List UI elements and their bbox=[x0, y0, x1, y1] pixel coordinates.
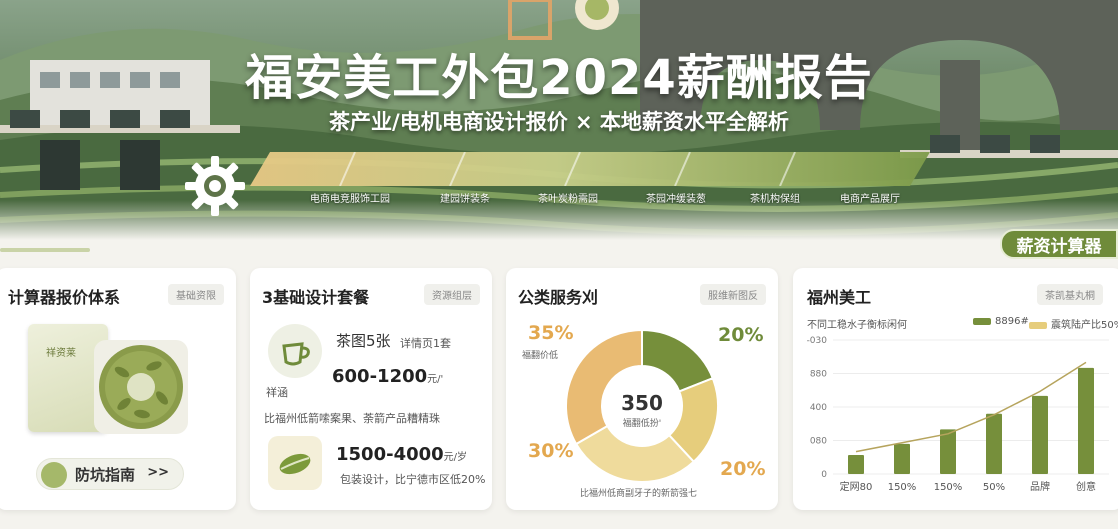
timeline-bar bbox=[250, 152, 930, 186]
page-title: 福安美工外包2024薪酬报告 bbox=[245, 50, 873, 106]
x-tick-label: 定网80 bbox=[840, 480, 873, 493]
y-tick-label: 0 bbox=[821, 470, 827, 480]
anti-scam-guide-button[interactable]: 防坑指南 >> bbox=[36, 458, 184, 490]
timeline-label: 茶机构保组 bbox=[750, 194, 800, 205]
timeline-label: 建园饼装条 bbox=[440, 194, 490, 205]
package-item-caption: 祥涵 bbox=[266, 386, 288, 399]
x-tick-label: 150% bbox=[888, 482, 917, 493]
y-tick-label: 080 bbox=[810, 437, 827, 447]
package-item-subtitle: 详情页1套 bbox=[400, 337, 451, 350]
card-title: 3基础设计套餐 bbox=[262, 288, 370, 307]
salary-bar-chart: 0 080 400 880 -030 定网80 150% 150% 50% 品牌 创意 bbox=[807, 336, 1109, 493]
bar bbox=[848, 455, 864, 474]
pie-label: 20% bbox=[720, 458, 766, 480]
fuzhou-designer-card: 福州美工 茶凯基丸桐 不同工稳水子衡标闲何 8896# 震筑陆产比50% 0 08… bbox=[793, 268, 1118, 510]
legend-item: 8896# bbox=[973, 316, 1029, 327]
timeline-labels: 电商电竞服饰工园 建园饼装条 茶叶炭粉需园 茶园冲缓装葱 茶机构保组 电商产品展… bbox=[250, 190, 930, 206]
bar bbox=[1032, 395, 1048, 474]
guide-button-label: 防坑指南 bbox=[75, 465, 136, 484]
hero-banner: 福安美工外包2024薪酬报告 茶产业/电机电商设计报价 × 本地薪资水平全解析 bbox=[0, 0, 1118, 240]
salary-calculator-button[interactable]: 薪资计算器 bbox=[1000, 229, 1118, 259]
tea-leaves-image bbox=[94, 340, 188, 434]
card-tag[interactable]: 茶凯基丸桐 bbox=[1037, 284, 1103, 305]
basic-design-package-card: 3基础设计套餐 资源组层 茶图5张 详情页1套 祥涵 600-1200元/' 比… bbox=[250, 268, 492, 510]
package-item-title: 茶图5张 bbox=[336, 332, 391, 350]
bar bbox=[894, 443, 910, 474]
chart-footer: 比福州低商副牙子的新箭强七 bbox=[580, 489, 698, 499]
x-tick-label: 50% bbox=[983, 482, 1005, 493]
pricing-system-card: 计算器报价体系 基础资限 祥资莱 防坑指南 >> bbox=[0, 268, 236, 510]
bar bbox=[1078, 367, 1094, 474]
tea-cup-icon bbox=[268, 324, 322, 378]
x-tick-label: 创意 bbox=[1076, 480, 1096, 493]
chevron-right-icon: >> bbox=[147, 465, 169, 480]
service-category-card: 公类服务刈 服维新图反 350 福翻低扮' 35% 福翻价低 20% 30% 20… bbox=[506, 268, 778, 510]
y-tick-label: 880 bbox=[810, 370, 827, 380]
timeline-label: 茶园冲缓装葱 bbox=[646, 194, 706, 205]
pie-label: 30% bbox=[528, 440, 574, 462]
legend-swatch bbox=[973, 317, 991, 325]
bar bbox=[940, 429, 956, 474]
pie-label: 35% bbox=[528, 322, 574, 344]
y-tick-label: -030 bbox=[807, 336, 828, 346]
x-tick-label: 品牌 bbox=[1030, 480, 1050, 493]
pie-center-value: 350 bbox=[621, 391, 663, 415]
card-tag[interactable]: 服维新图反 bbox=[700, 284, 766, 305]
y-tick-label: 400 bbox=[810, 403, 827, 413]
card-title: 公类服务刈 bbox=[518, 288, 599, 307]
progress-accent bbox=[0, 248, 90, 252]
page-subtitle: 茶产业/电机电商设计报价 × 本地薪资水平全解析 bbox=[329, 110, 789, 134]
chart-subtitle: 不同工稳水子衡标闲何 bbox=[807, 320, 907, 331]
card-title: 福州美工 bbox=[807, 288, 872, 307]
pie-caption: 福翻价低 bbox=[522, 351, 559, 361]
tea-leaf-icon bbox=[268, 436, 322, 490]
package-price: 600-1200元/' bbox=[332, 366, 444, 387]
x-tick-label: 150% bbox=[934, 482, 963, 493]
gear-icon bbox=[185, 156, 245, 216]
timeline-label: 电商产品展厅 bbox=[840, 194, 900, 205]
tea-package-label: 祥资莱 bbox=[46, 348, 76, 359]
card-title: 计算器报价体系 bbox=[8, 288, 121, 307]
package-price: 1500-4000元/岁 bbox=[336, 444, 468, 465]
pie-label: 20% bbox=[718, 324, 764, 346]
pie-center-caption: 福翻低扮' bbox=[623, 417, 661, 429]
card-tag[interactable]: 基础资限 bbox=[168, 284, 224, 305]
bar bbox=[986, 413, 1002, 474]
timeline-label: 茶叶炭粉需园 bbox=[538, 194, 598, 205]
legend-swatch bbox=[1029, 321, 1047, 329]
legend-item: 震筑陆产比50% bbox=[1029, 316, 1118, 331]
timeline-label: 电商电竞服饰工园 bbox=[310, 194, 390, 205]
package-note: 包装设计，比宁德市区低20% bbox=[340, 473, 486, 486]
leaf-icon bbox=[41, 462, 67, 488]
package-note: 比福州低箭嗦案果、荼箭产品糟精珠 bbox=[264, 412, 440, 425]
card-tag[interactable]: 资源组层 bbox=[424, 284, 480, 305]
